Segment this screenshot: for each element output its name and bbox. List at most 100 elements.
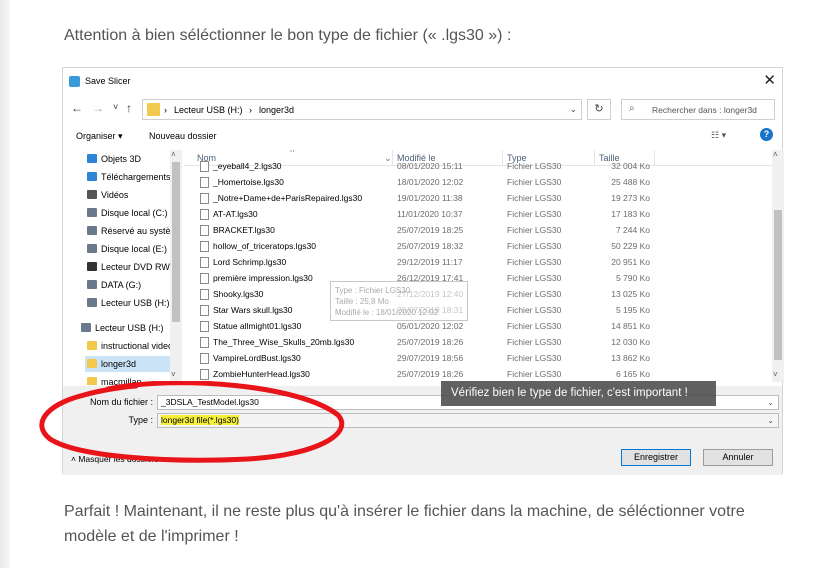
nav-item-disk-c[interactable]: Disque local (C:) xyxy=(87,205,177,221)
chevron-down-icon[interactable]: ⌄ xyxy=(767,414,774,427)
drive-icon xyxy=(87,226,97,235)
file-name: _Homertoise.lgs30 xyxy=(213,177,284,187)
nav-item-macmillan[interactable]: macmillan xyxy=(87,374,177,385)
file-icon xyxy=(200,241,209,252)
file-row[interactable]: première impression.lgs30 26/12/2019 17:4… xyxy=(184,270,772,286)
folder-icon xyxy=(87,359,97,368)
drive-icon xyxy=(87,244,97,253)
organize-button[interactable]: Organiser ▾ xyxy=(76,131,123,142)
nav-item-label: Disque local (C:) xyxy=(101,208,168,218)
breadcrumb-folder[interactable]: longer3d xyxy=(259,105,294,115)
address-bar[interactable]: › Lecteur USB (H:) › longer3d ⌄ xyxy=(142,99,582,120)
cancel-button[interactable]: Annuler xyxy=(703,449,773,466)
file-row[interactable]: VampireLordBust.lgs30 29/07/2019 18:56 Fic… xyxy=(184,350,772,366)
file-row[interactable]: ZombieHunterHead.lgs30 25/07/2019 18:26 Fi… xyxy=(184,366,772,382)
back-arrow-icon[interactable]: ← xyxy=(71,101,83,115)
file-name: Shooky.lgs30 xyxy=(213,289,264,299)
file-row[interactable]: _Notre+Dame+de+ParisRepaired.lgs30 19/01/… xyxy=(184,190,772,206)
nav-item-usb-h[interactable]: Lecteur USB (H:) xyxy=(87,295,177,311)
file-row[interactable]: AT-AT.lgs30 11/01/2020 10:37 Fichier LGS30… xyxy=(184,206,772,222)
intro-paragraph: Attention à bien séléctionner le bon typ… xyxy=(64,27,512,44)
file-type: Fichier LGS30 xyxy=(507,321,562,331)
toolbar: Organiser ▾ Nouveau dossier ☷ ▾ ? xyxy=(63,126,782,148)
file-size: 17 183 Ko xyxy=(611,209,650,219)
nav-item-label: longer3d xyxy=(101,359,137,369)
file-size: 5 195 Ko xyxy=(615,305,650,315)
breadcrumb-drive[interactable]: Lecteur USB (H:) xyxy=(174,105,243,115)
chevron-down-icon[interactable]: ⌄ xyxy=(767,396,774,409)
file-row[interactable]: Star Wars skull.lgs3025/07/2019 18:31Fic… xyxy=(184,302,772,318)
file-row[interactable]: BRACKET.lgs30 25/07/2019 18:25 Fichier LGS… xyxy=(184,222,772,238)
view-options-icon[interactable]: ☷ ▾ xyxy=(711,130,726,141)
file-name: Lord Schrimp.lgs30 xyxy=(213,257,287,267)
file-type: Fichier LGS30 xyxy=(507,273,562,283)
file-size: 19 273 Ko xyxy=(611,193,650,203)
breadcrumb-separator: › xyxy=(249,105,252,115)
file-list-scroll-thumb[interactable] xyxy=(774,210,782,360)
file-size: 50 229 Ko xyxy=(611,241,650,251)
file-type: Fichier LGS30 xyxy=(507,257,562,267)
file-size: 14 851 Ko xyxy=(611,321,650,331)
nav-item-downloads[interactable]: Téléchargements xyxy=(87,169,177,185)
file-modified: 18/01/2020 12:02 xyxy=(397,177,464,187)
file-type: Fichier LGS30 xyxy=(507,289,562,299)
scroll-up-icon[interactable]: ˄ xyxy=(171,150,176,159)
tooltip-line: Taille : 25,8 Mo xyxy=(335,297,389,306)
download-icon xyxy=(87,172,97,181)
nav-scrollbar[interactable]: ˄ ˅ xyxy=(170,150,182,382)
app-icon xyxy=(69,76,80,87)
file-row[interactable]: The_Three_Wise_Skulls_20mb.lgs30 25/07/20… xyxy=(184,334,772,350)
scroll-down-icon[interactable]: ˅ xyxy=(773,370,778,379)
file-list: ˄ Nom ⌄ Modifié le Type Taille _eyeball4… xyxy=(184,150,772,385)
nav-item-label: Objets 3D xyxy=(101,154,142,164)
file-type-value: longer3d file(*.lgs30) xyxy=(161,415,239,425)
hide-folders-toggle[interactable]: ˄ Masquer les dossiers xyxy=(71,454,159,464)
nav-item-reserved[interactable]: Réservé au système xyxy=(87,223,177,239)
file-row[interactable]: Statue allmight01.lgs30 05/01/2020 12:02 F… xyxy=(184,318,772,334)
nav-item-3d-objects[interactable]: Objets 3D xyxy=(87,151,177,167)
file-row[interactable]: Shooky.lgs3027/12/2019 12:40Fichier LGS3… xyxy=(184,286,772,302)
recent-locations-icon[interactable]: ˅ xyxy=(113,102,118,112)
file-row[interactable]: _Homertoise.lgs30 18/01/2020 12:02 Fichier… xyxy=(184,174,772,190)
help-icon[interactable]: ? xyxy=(760,128,773,141)
file-modified: 11/01/2020 10:37 xyxy=(397,209,463,219)
close-icon[interactable]: ✕ xyxy=(763,72,776,90)
nav-item-disk-e[interactable]: Disque local (E:) xyxy=(87,241,177,257)
file-list-scrollbar[interactable]: ˄ ˅ xyxy=(772,150,784,382)
file-row[interactable]: Lord Schrimp.lgs30 29/12/2019 11:17 Fichie… xyxy=(184,254,772,270)
new-folder-button[interactable]: Nouveau dossier xyxy=(149,131,217,141)
file-size: 13 025 Ko xyxy=(611,289,650,299)
nav-item-dvd[interactable]: Lecteur DVD RW xyxy=(87,259,177,275)
file-type: Fichier LGS30 xyxy=(507,241,562,251)
up-arrow-icon[interactable]: ↑ xyxy=(126,101,132,115)
save-button[interactable]: Enregistrer xyxy=(621,449,691,466)
file-modified: 25/07/2019 18:25 xyxy=(397,225,464,235)
nav-item-label: instructional videos xyxy=(101,341,177,351)
scroll-up-icon[interactable]: ˄ xyxy=(773,150,778,159)
dvd-drive-icon xyxy=(87,262,97,271)
drive-icon xyxy=(87,280,97,289)
save-dialog: Save Slicer ✕ ← → ˅ ↑ › Lecteur USB (H:)… xyxy=(62,67,784,475)
file-modified: 25/07/2019 18:32 xyxy=(397,241,464,251)
search-input[interactable]: ⌕ Rechercher dans : longer3d xyxy=(621,99,775,120)
nav-item-instructional-videos[interactable]: instructional videos xyxy=(87,338,177,354)
nav-item-data-g[interactable]: DATA (G:) xyxy=(87,277,177,293)
file-row[interactable]: hollow_of_triceratops.lgs30 25/07/2019 18… xyxy=(184,238,772,254)
file-name: Star Wars skull.lgs30 xyxy=(213,305,293,315)
folder-icon xyxy=(87,341,97,350)
nav-item-videos[interactable]: Vidéos xyxy=(87,187,177,203)
scroll-down-icon[interactable]: ˅ xyxy=(171,370,176,379)
file-size: 20 951 Ko xyxy=(611,257,650,267)
nav-item-label: Vidéos xyxy=(101,190,129,200)
file-type-select[interactable]: longer3d file(*.lgs30) ⌄ xyxy=(157,413,779,428)
nav-item-longer3d[interactable]: longer3d xyxy=(85,356,181,372)
nav-item-usb-h-root[interactable]: Lecteur USB (H:) xyxy=(81,320,171,336)
nav-scroll-thumb[interactable] xyxy=(172,162,180,322)
chevron-down-icon[interactable]: ⌄ xyxy=(569,104,577,115)
usb-drive-icon xyxy=(87,298,97,307)
file-size: 13 862 Ko xyxy=(611,353,650,363)
file-icon xyxy=(200,305,209,316)
forward-arrow-icon[interactable]: → xyxy=(92,101,104,115)
refresh-icon[interactable]: ↻ xyxy=(587,99,611,120)
file-row[interactable]: _eyeball4_2.lgs30 08/01/2020 15:11 Fichier… xyxy=(184,158,772,174)
